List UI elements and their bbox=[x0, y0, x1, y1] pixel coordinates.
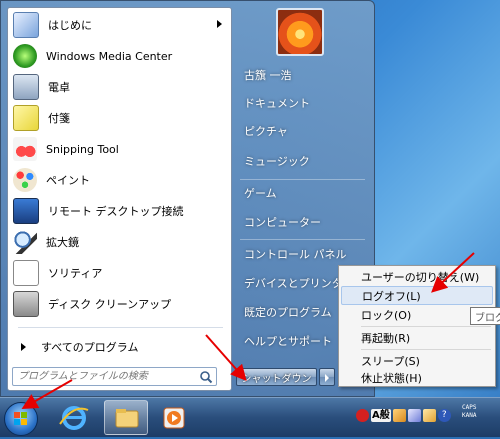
shutdown-button[interactable]: シャットダウン bbox=[236, 368, 317, 386]
magnifier-icon bbox=[13, 230, 37, 254]
menu-item-log-off[interactable]: ログオフ(L) bbox=[341, 286, 493, 305]
menu-item-restart[interactable]: 再起動(R) bbox=[341, 328, 493, 347]
program-remote-desktop[interactable]: リモート デスクトップ接続 bbox=[11, 196, 228, 226]
right-item-label: ピクチャ bbox=[244, 125, 288, 138]
internet-explorer-icon bbox=[59, 406, 89, 430]
keyboard-status: CAPS KANA bbox=[462, 404, 476, 420]
right-item-music[interactable]: ミュージック bbox=[238, 147, 363, 175]
right-item-label: ゲーム bbox=[244, 187, 277, 200]
all-programs-label: すべてのプログラム bbox=[41, 341, 139, 354]
program-label: ペイント bbox=[46, 174, 90, 187]
taskbar-internet-explorer[interactable] bbox=[52, 400, 96, 435]
menu-separator bbox=[361, 326, 491, 327]
program-sticky-notes[interactable]: 付箋 bbox=[11, 103, 228, 133]
ime-pad-icon[interactable] bbox=[422, 408, 436, 422]
menu-item-label: 再起動(R) bbox=[361, 331, 411, 345]
right-item-documents[interactable]: ドキュメント bbox=[238, 89, 363, 117]
right-item-label: 古籏 一浩 bbox=[244, 69, 292, 82]
remote-desktop-icon bbox=[13, 198, 39, 224]
search-box[interactable] bbox=[12, 367, 217, 386]
program-label: 付箋 bbox=[48, 112, 70, 125]
taskbar-media-player[interactable] bbox=[152, 400, 196, 435]
right-item-label: ミュージック bbox=[244, 155, 310, 168]
program-calculator[interactable]: 電卓 bbox=[11, 72, 228, 102]
right-item-games[interactable]: ゲーム bbox=[238, 179, 363, 207]
disk-cleanup-icon bbox=[13, 291, 39, 317]
menu-item-hibernate[interactable]: 休止状態(H) bbox=[341, 368, 493, 387]
ime-kanji-label: 般 bbox=[379, 409, 390, 421]
menu-item-label: ユーザーの切り替え(W) bbox=[361, 270, 480, 284]
right-item-pictures[interactable]: ピクチャ bbox=[238, 117, 363, 145]
right-item-label: 既定のプログラム bbox=[244, 306, 332, 319]
submenu-arrow-icon bbox=[217, 20, 222, 28]
menu-item-label: ロック(O) bbox=[361, 308, 412, 322]
search-input[interactable] bbox=[13, 368, 199, 385]
right-item-label: ドキュメント bbox=[244, 97, 310, 110]
sticky-notes-icon bbox=[13, 105, 39, 131]
program-disk-cleanup[interactable]: ディスク クリーンアップ bbox=[11, 289, 228, 319]
program-magnifier[interactable]: 拡大鏡 bbox=[11, 227, 228, 257]
getting-started-icon bbox=[13, 12, 39, 38]
start-menu-programs-pane: はじめに Windows Media Center 電卓 付箋 Snipping… bbox=[7, 7, 232, 391]
tooltip: ブログ bbox=[470, 307, 500, 325]
menu-item-label: スリープ(S) bbox=[361, 354, 420, 368]
all-programs-button[interactable]: すべてのプログラム bbox=[11, 336, 228, 358]
program-snipping-tool[interactable]: Snipping Tool bbox=[11, 134, 228, 164]
menu-item-label: 休止状態(H) bbox=[361, 371, 422, 385]
program-windows-media-center[interactable]: Windows Media Center bbox=[11, 41, 228, 71]
windows-media-center-icon bbox=[13, 44, 37, 68]
kana-lock-label: KANA bbox=[462, 412, 477, 419]
ime-mode-label: A bbox=[372, 409, 380, 421]
right-item-label: ヘルプとサポート bbox=[244, 335, 332, 348]
system-tray: A般 ? bbox=[356, 405, 451, 425]
right-item-label: コントロール パネル bbox=[244, 248, 347, 261]
program-label: ソリティア bbox=[48, 267, 103, 280]
tooltip-text: ブログ bbox=[475, 312, 500, 324]
menu-item-label: ログオフ(L) bbox=[362, 289, 421, 303]
media-player-icon bbox=[163, 407, 185, 429]
ime-toolbar-icon[interactable] bbox=[356, 408, 369, 422]
ime-tool-icon[interactable] bbox=[392, 408, 406, 422]
snipping-tool-icon bbox=[13, 137, 37, 161]
search-icon[interactable] bbox=[199, 370, 213, 384]
program-label: 電卓 bbox=[48, 81, 70, 94]
program-label: リモート デスクトップ接続 bbox=[48, 205, 184, 218]
program-label: Snipping Tool bbox=[46, 142, 119, 156]
caps-lock-label: CAPS bbox=[462, 404, 477, 411]
taskbar-windows-explorer[interactable] bbox=[104, 400, 148, 435]
chevron-right-icon bbox=[325, 374, 329, 382]
program-label: Windows Media Center bbox=[46, 49, 173, 63]
menu-item-switch-user[interactable]: ユーザーの切り替え(W) bbox=[341, 267, 493, 286]
program-label: はじめに bbox=[48, 19, 92, 32]
shutdown-label: シャットダウン bbox=[241, 373, 312, 385]
program-solitaire[interactable]: ソリティア bbox=[11, 258, 228, 288]
program-label: ディスク クリーンアップ bbox=[48, 298, 172, 311]
help-icon[interactable]: ? bbox=[437, 408, 451, 422]
program-paint[interactable]: ペイント bbox=[11, 165, 228, 195]
power-options-menu: ユーザーの切り替え(W) ログオフ(L) ロック(O) 再起動(R) スリープ(… bbox=[338, 265, 496, 387]
expand-arrow-icon bbox=[21, 343, 26, 351]
right-item-username[interactable]: 古籏 一浩 bbox=[238, 61, 363, 89]
start-button[interactable] bbox=[4, 402, 38, 436]
ime-mode-indicator[interactable]: A般 bbox=[371, 408, 391, 422]
right-item-computer[interactable]: コンピューター bbox=[238, 208, 363, 236]
windows-explorer-icon bbox=[115, 409, 139, 428]
solitaire-icon bbox=[13, 260, 39, 286]
shutdown-options-button[interactable] bbox=[319, 368, 335, 386]
paint-icon bbox=[13, 168, 37, 192]
menu-separator bbox=[361, 349, 491, 350]
program-getting-started[interactable]: はじめに bbox=[11, 10, 228, 40]
ime-dictionary-icon[interactable] bbox=[407, 408, 421, 422]
right-item-label: コンピューター bbox=[244, 216, 321, 229]
program-label: 拡大鏡 bbox=[46, 236, 79, 249]
right-item-control-panel[interactable]: コントロール パネル bbox=[238, 240, 363, 268]
separator bbox=[18, 327, 223, 328]
user-picture[interactable] bbox=[276, 8, 324, 56]
windows-logo-icon bbox=[14, 412, 27, 425]
calculator-icon bbox=[13, 74, 39, 100]
